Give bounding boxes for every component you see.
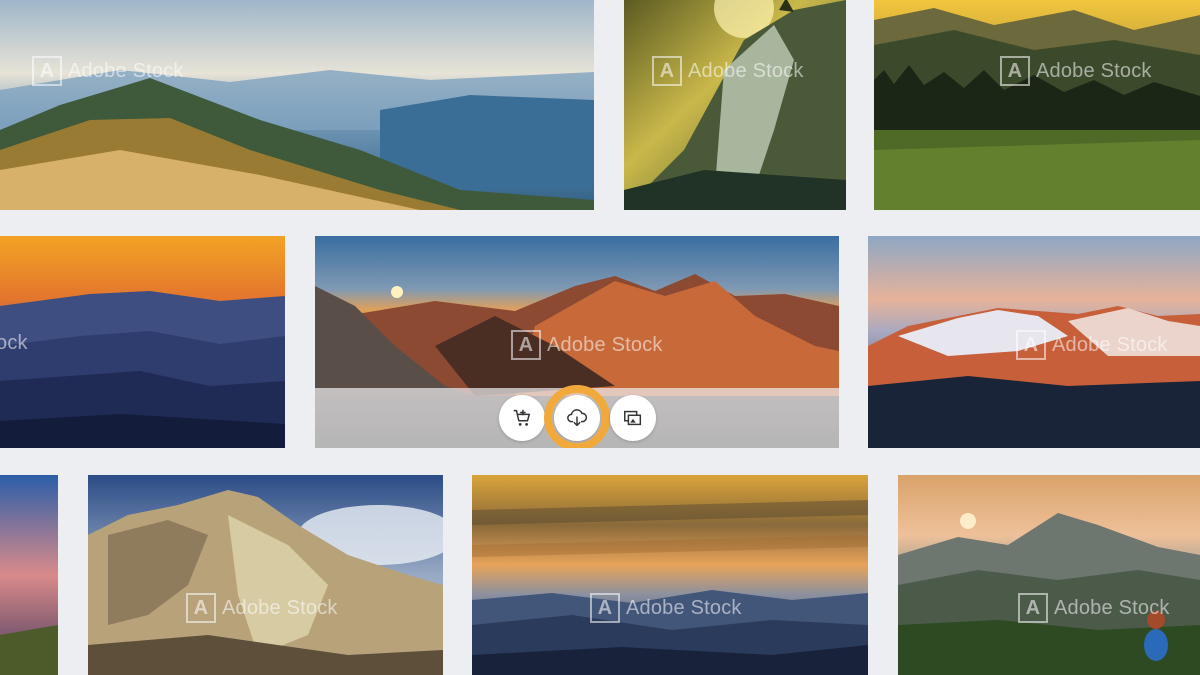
- image-scene: [0, 0, 594, 210]
- image-scene: [472, 475, 868, 675]
- image-tile-mountain-sea-of-clouds[interactable]: A Adobe Stock: [0, 0, 594, 210]
- image-tile-green-meadow-forest[interactable]: A Adobe Stock: [874, 0, 1200, 210]
- image-scene: [0, 475, 58, 675]
- image-scene: [868, 236, 1200, 448]
- download-button[interactable]: [544, 385, 610, 448]
- image-tile-hiker-meditation[interactable]: A Adobe Stock: [898, 475, 1200, 675]
- image-scene: [898, 475, 1200, 675]
- image-action-bar: [315, 385, 839, 448]
- image-tile-alpine-panorama-sunrise[interactable]: A Adobe Stock: [315, 236, 839, 448]
- image-tile-golden-sky-ridges[interactable]: A Adobe Stock: [472, 475, 868, 675]
- image-gallery-grid: A Adobe Stock A Adobe Stock A Adobe Stoc…: [0, 0, 1200, 675]
- image-tile-snowy-peaks-alpenglow[interactable]: A Adobe Stock: [868, 236, 1200, 448]
- image-tile-waterfall-cliff[interactable]: A Adobe Stock: [624, 0, 846, 210]
- image-scene: [0, 236, 285, 448]
- image-scene: [874, 0, 1200, 210]
- image-scene: [88, 475, 443, 675]
- image-scene: [624, 0, 846, 210]
- image-tile-twilight-partial[interactable]: [0, 475, 58, 675]
- image-tile-rocky-peak[interactable]: A Adobe Stock: [88, 475, 443, 675]
- similar-images-icon: [624, 410, 642, 426]
- add-to-cart-button[interactable]: [499, 395, 545, 441]
- image-tile-blue-ridges-sunset[interactable]: ock: [0, 236, 285, 448]
- cart-plus-icon: [513, 409, 531, 426]
- cloud-download-icon: [567, 409, 588, 427]
- find-similar-button[interactable]: [610, 395, 656, 441]
